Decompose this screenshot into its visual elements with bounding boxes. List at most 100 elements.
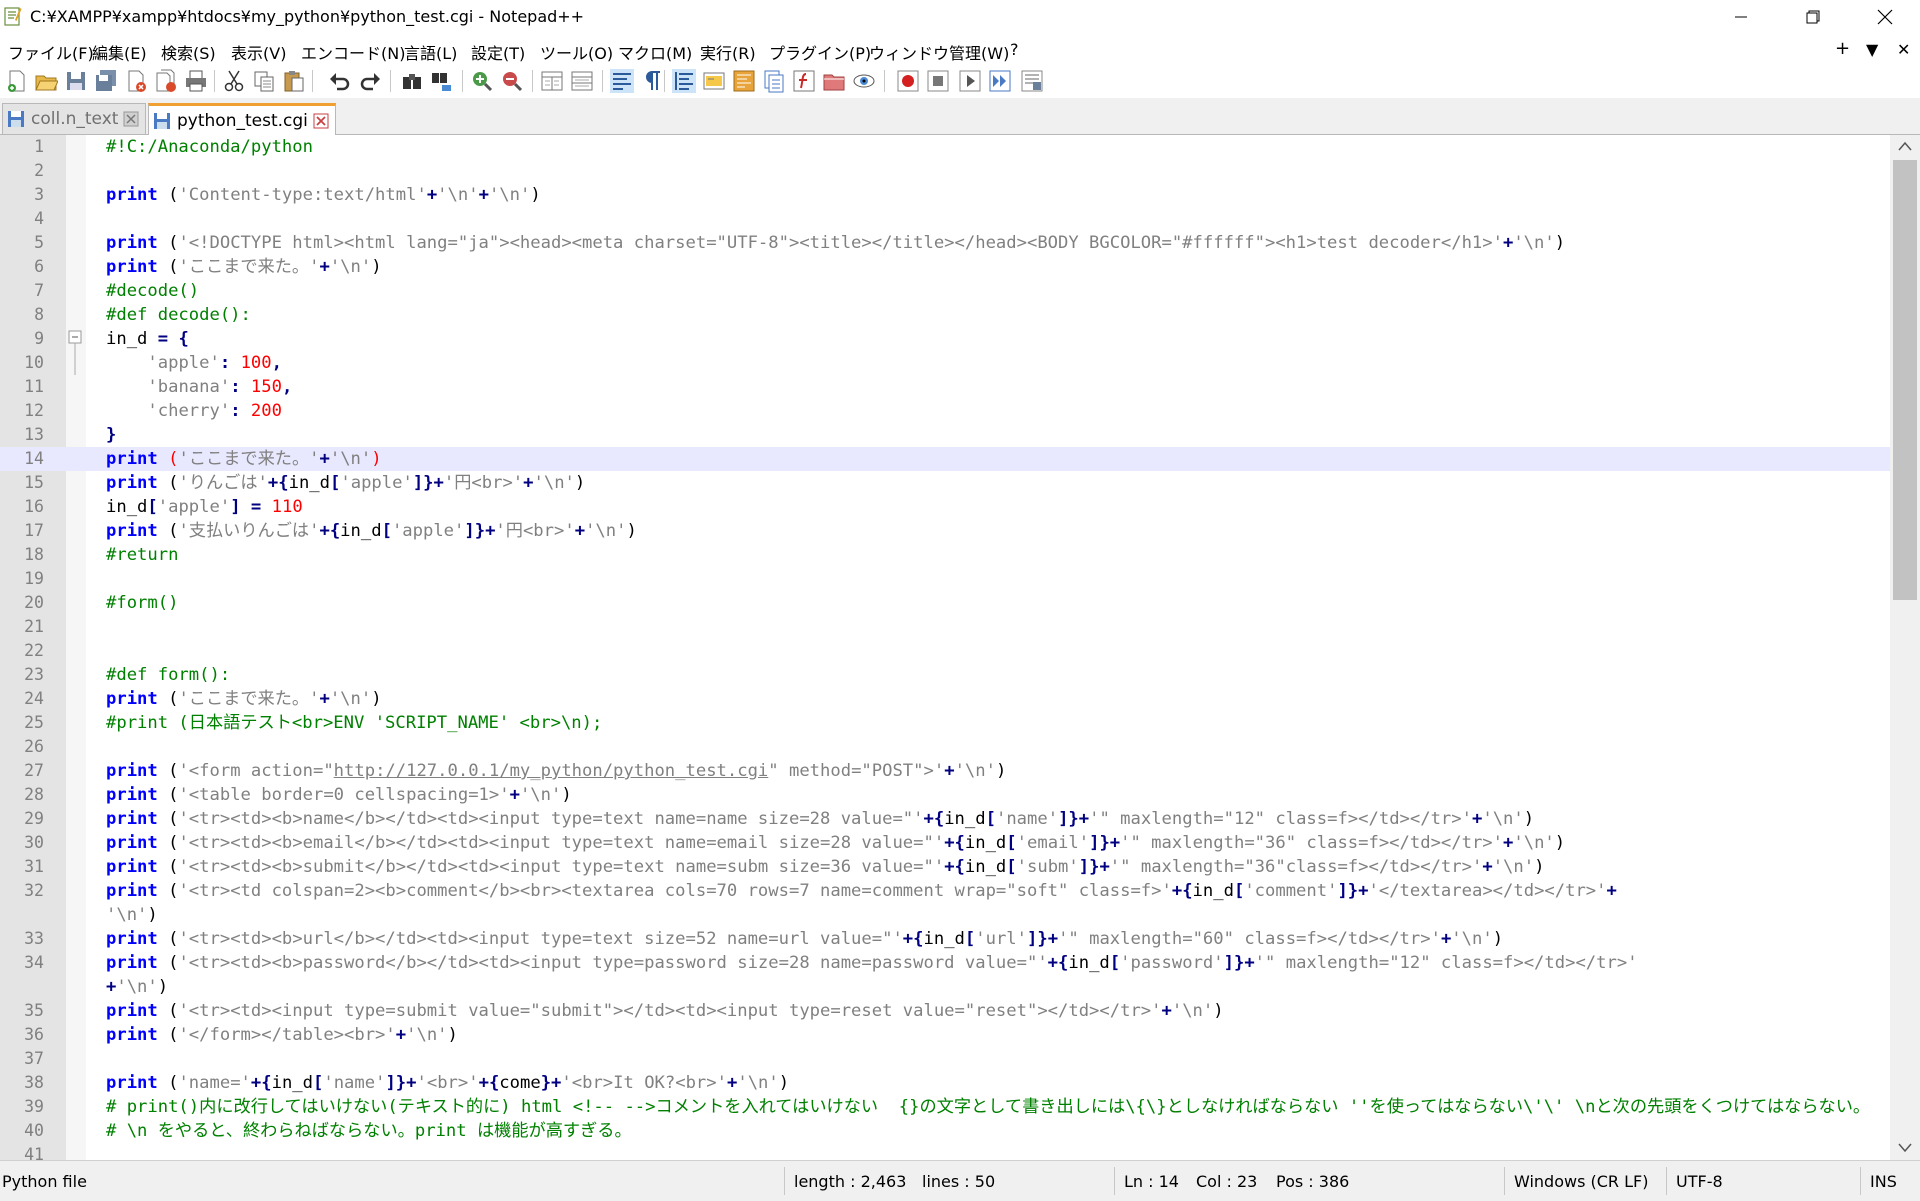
language-udl-icon[interactable] [702,69,726,93]
vertical-scrollbar[interactable] [1890,135,1920,1160]
code-line[interactable]: 16 in_d['apple'] = 110 [0,495,1890,519]
tab-list-down-icon[interactable]: ▼ [1866,40,1878,59]
play-macro-icon[interactable] [958,69,982,93]
code-line[interactable]: 9 in_d = { [0,327,1890,351]
menu-settings[interactable]: 設定(T) [471,40,525,64]
menu-macro[interactable]: マクロ(M) [618,40,692,64]
doc-map-icon[interactable] [732,69,756,93]
code-line[interactable]: 10 'apple': 100, [0,351,1890,375]
code-line[interactable]: 19 [0,567,1890,591]
menu-search[interactable]: 検索(S) [161,40,216,64]
menu-tools[interactable]: ツール(O) [540,40,613,64]
code-line[interactable]: '\n') [0,903,1890,927]
scrollbar-thumb[interactable] [1893,160,1917,600]
scroll-down-icon[interactable] [1898,1143,1912,1153]
code-line[interactable]: 6 print ('ここまで来た。'+'\n') [0,255,1890,279]
code-line[interactable]: 2 [0,159,1890,183]
code-editor[interactable]: 1 #!C:/Anaconda/python 2 3 print ('Content-t… [0,135,1890,1160]
code-line[interactable]: 20 #form() [0,591,1890,615]
code-line[interactable]: 14 print ('ここまで来た。'+'\n') [0,447,1890,471]
menu-plugins[interactable]: プラグイン(P) [769,40,871,64]
zoom-out-icon[interactable] [500,69,524,93]
menu-language[interactable]: 言語(L) [404,40,457,64]
code-line[interactable]: 31 print ('<tr><td><b>submit</b></td><td>… [0,855,1890,879]
record-macro-icon[interactable] [896,69,920,93]
code-line[interactable]: 24 print ('ここまで来た。'+'\n') [0,687,1890,711]
code-line[interactable]: 15 print ('りんごは'+{in_d['apple']}+'円<br>'+… [0,471,1890,495]
copy-icon[interactable] [252,69,276,93]
code-line[interactable]: 28 print ('<table border=0 cellspacing=1>… [0,783,1890,807]
run-macro-multiple-icon[interactable] [988,69,1012,93]
new-file-icon[interactable] [5,69,29,93]
stop-record-icon[interactable] [926,69,950,93]
code-line[interactable]: 23 #def form(): [0,663,1890,687]
code-line[interactable]: 34 print ('<tr><td><b>password</b></td><t… [0,951,1890,975]
menu-encoding[interactable]: エンコード(N) [301,40,405,64]
menu-run[interactable]: 実行(R) [700,40,756,64]
minimize-button[interactable] [1712,0,1770,34]
code-line[interactable]: 17 print ('支払いりんごは'+{in_d['apple']}+'円<br… [0,519,1890,543]
tab-coll-n-text[interactable]: coll.n_text [2,103,146,134]
open-file-icon[interactable] [34,69,58,93]
undo-icon[interactable] [328,69,352,93]
save-all-icon[interactable] [94,69,118,93]
close-file-icon[interactable] [124,69,148,93]
code-line[interactable]: 30 print ('<tr><td><b>email</b></td><td><… [0,831,1890,855]
code-line[interactable]: 33 print ('<tr><td><b>url</b></td><td><in… [0,927,1890,951]
folder-workspace-icon[interactable] [822,69,846,93]
monitoring-icon[interactable] [852,69,876,93]
code-line[interactable]: 12 'cherry': 200 [0,399,1890,423]
menu-file[interactable]: ファイル(F) [8,40,94,64]
code-line[interactable]: 11 'banana': 150, [0,375,1890,399]
menu-view[interactable]: 表示(V) [231,40,286,64]
function-list-icon[interactable] [792,69,816,93]
redo-icon[interactable] [358,69,382,93]
paste-icon[interactable] [282,69,306,93]
close-doc-icon[interactable]: ✕ [1897,40,1910,59]
code-line[interactable]: 8 #def decode(): [0,303,1890,327]
word-wrap-icon[interactable] [610,69,634,93]
save-macro-icon[interactable] [1020,69,1044,93]
tab-close-icon[interactable] [123,111,139,127]
code-line[interactable]: 13} [0,423,1890,447]
close-all-icon[interactable] [154,69,178,93]
code-line[interactable]: +'\n') [0,975,1890,999]
restore-button[interactable] [1784,0,1842,34]
find-icon[interactable] [400,69,424,93]
code-line[interactable]: 1 #!C:/Anaconda/python [0,135,1890,159]
code-line[interactable]: 36 print ('</form></table><br>'+'\n') [0,1023,1890,1047]
tab-close-icon[interactable] [313,113,329,129]
code-line[interactable]: 21 [0,615,1890,639]
new-tab-plus-icon[interactable]: + [1835,38,1850,59]
code-line[interactable]: 26 [0,735,1890,759]
menu-window[interactable]: ウィンドウ管理(W) [869,40,1009,64]
print-icon[interactable] [184,69,208,93]
code-line[interactable]: 3 print ('Content-type:text/html'+'\n'+'\… [0,183,1890,207]
code-line[interactable]: 4 [0,207,1890,231]
code-line[interactable]: 32 print ('<tr><td colspan=2><b>comment</… [0,879,1890,903]
menu-help[interactable]: ? [1010,40,1019,59]
code-line[interactable]: 41 [0,1143,1890,1160]
show-all-chars-icon[interactable] [640,69,664,93]
cut-icon[interactable] [222,69,246,93]
code-line[interactable]: 29 print ('<tr><td><b>name</b></td><td><i… [0,807,1890,831]
sync-vertical-icon[interactable] [540,69,564,93]
save-icon[interactable] [64,69,88,93]
code-line[interactable]: 18 #return [0,543,1890,567]
code-line[interactable]: 37 [0,1047,1890,1071]
code-line[interactable]: 27 print ('<form action="http://127.0.0.1… [0,759,1890,783]
code-line[interactable]: 39 # print()内に改行してはいけない(テキスト的に) html <!--… [0,1095,1890,1119]
indent-guide-icon[interactable] [672,69,696,93]
tab-python-test-cgi[interactable]: python_test.cgi [148,103,336,135]
sync-horizontal-icon[interactable] [570,69,594,93]
code-line[interactable]: 22 [0,639,1890,663]
code-line[interactable]: 38 print ('name='+{in_d['name']}+'<br>'+{… [0,1071,1890,1095]
menu-edit[interactable]: 編集(E) [92,40,147,64]
scroll-up-icon[interactable] [1898,141,1912,151]
code-line[interactable]: 40 # \n をやると、終わらねばならない。print は機能が高すぎる。 [0,1119,1890,1143]
close-window-button[interactable] [1856,0,1914,34]
zoom-in-icon[interactable] [470,69,494,93]
doc-list-icon[interactable] [762,69,786,93]
code-line[interactable]: 25 #print (日本語テスト<br>ENV 'SCRIPT_NAME' <b… [0,711,1890,735]
code-line[interactable]: 35 print ('<tr><td><input type=submit val… [0,999,1890,1023]
